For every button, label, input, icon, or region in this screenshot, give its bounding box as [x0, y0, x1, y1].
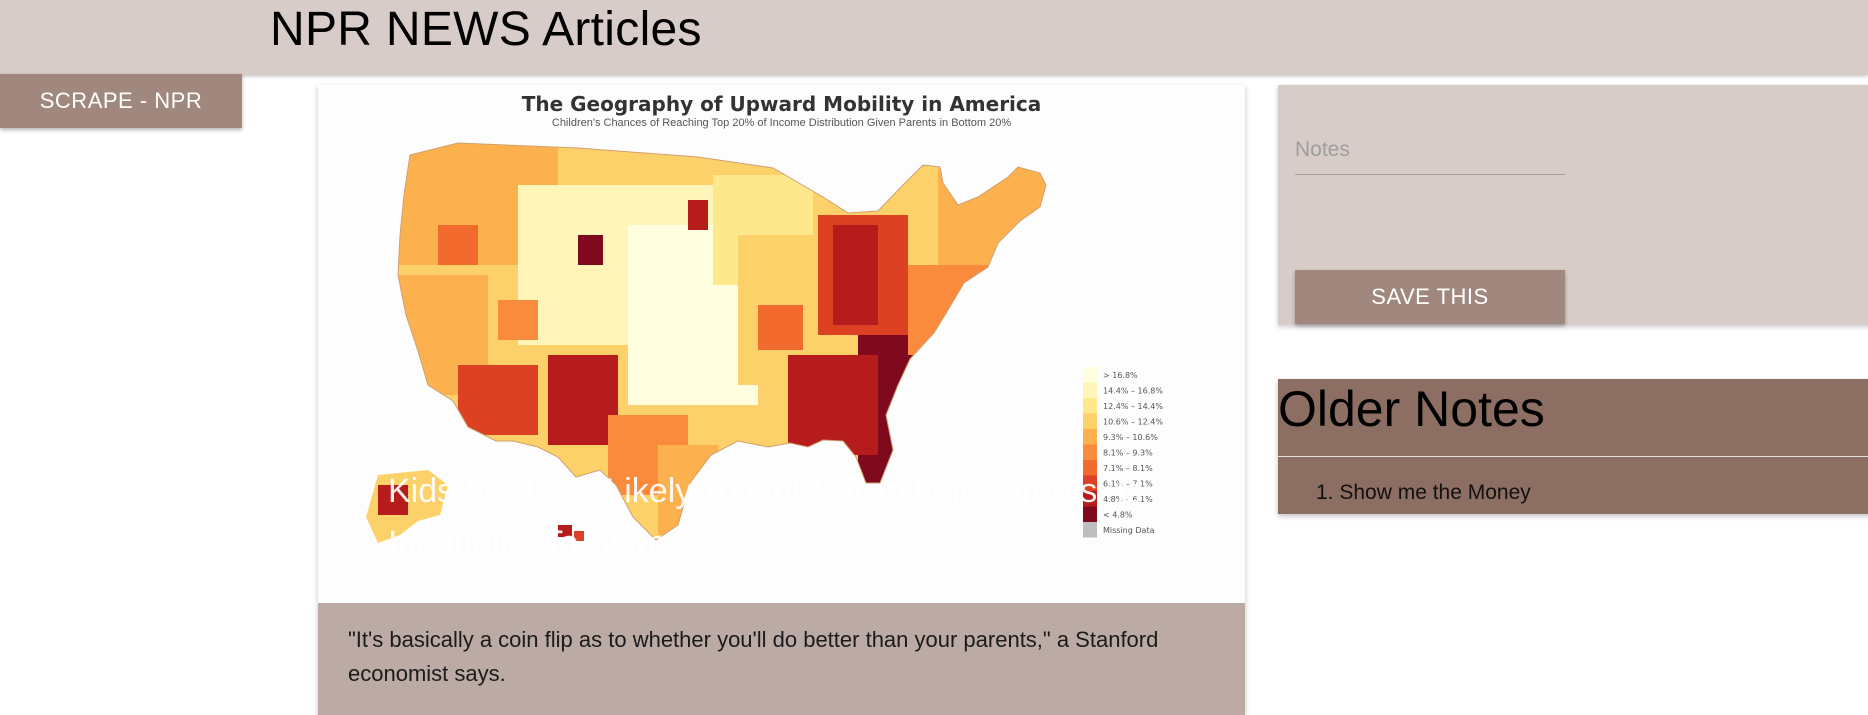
legend-label: 12.4% – 14.4% [1103, 402, 1163, 411]
older-notes-heading: Older Notes [1278, 381, 1545, 437]
older-notes-panel: Older Notes 1. Show me the Money [1278, 379, 1868, 514]
legend-swatch [1083, 382, 1097, 398]
legend-label: > 16.8% [1103, 371, 1138, 380]
legend-label: 10.6% – 12.4% [1103, 418, 1163, 427]
divider [1278, 456, 1868, 457]
article-title[interactable]: Kids Are Less Likely To Out-Earn Their P… [388, 465, 1208, 569]
legend-label: 8.1% – 9.3% [1103, 449, 1153, 458]
legend-label: 9.3% – 10.6% [1103, 433, 1158, 442]
legend-swatch [1083, 398, 1097, 414]
article-card[interactable]: The Geography of Upward Mobility in Amer… [318, 85, 1245, 715]
article-summary: "It's basically a coin flip as to whethe… [318, 603, 1245, 715]
top-navbar: NPR NEWS Articles [0, 0, 1868, 75]
article-image[interactable]: The Geography of Upward Mobility in Amer… [318, 85, 1245, 603]
legend-swatch [1083, 429, 1097, 445]
legend-label: 14.4% – 16.8% [1103, 387, 1163, 396]
notes-input[interactable] [1295, 125, 1565, 175]
notes-panel: SAVE THIS [1278, 85, 1868, 325]
legend-swatch [1083, 413, 1097, 429]
older-notes-list: 1. Show me the Money [1316, 481, 1531, 505]
scrape-button[interactable]: SCRAPE - NPR [0, 74, 242, 128]
page-title: NPR NEWS Articles [270, 3, 702, 56]
note-item[interactable]: 1. Show me the Money [1316, 481, 1531, 505]
save-note-button[interactable]: SAVE THIS [1295, 270, 1565, 324]
legend-swatch [1083, 367, 1097, 383]
legend-swatch [1083, 444, 1097, 460]
